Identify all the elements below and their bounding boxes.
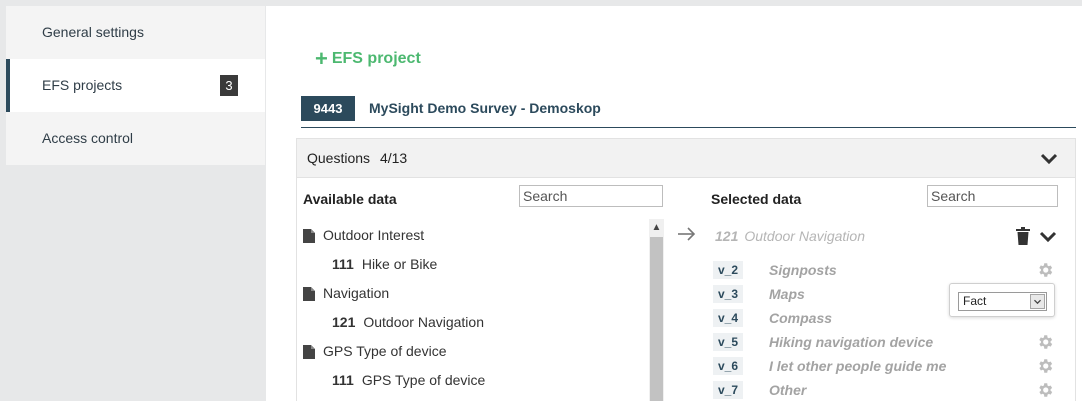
selected-data-title: Selected data <box>711 191 802 207</box>
project-name: MySight Demo Survey - Demoskop <box>369 100 601 116</box>
project-header: 9443 MySight Demo Survey - Demoskop <box>301 96 1076 128</box>
selected-search-input[interactable] <box>927 185 1058 207</box>
questions-header[interactable]: Questions 4/13 <box>297 139 1075 178</box>
variable-label: Other <box>769 382 807 398</box>
questions-panel: Questions 4/13 Available data Outdoor In… <box>296 138 1076 401</box>
document-icon <box>303 228 315 243</box>
trash-icon[interactable] <box>1015 227 1031 245</box>
variable-label: Hiking navigation device <box>769 334 934 350</box>
selected-question[interactable]: 121 Outdoor Navigation <box>715 228 865 244</box>
question-label: Hike or Bike <box>361 256 438 272</box>
variable-type-popup: Fact <box>949 283 1055 317</box>
question-number: 121 <box>332 314 356 330</box>
sidebar-item-access-control[interactable]: Access control <box>6 112 265 165</box>
main-panel: + EFS project 9443 MySight Demo Survey -… <box>266 6 1082 401</box>
variable-row: v_7 Other <box>713 378 1063 401</box>
variable-label: I let other people guide me <box>769 358 947 374</box>
document-icon <box>303 286 315 301</box>
select-value: Fact <box>963 294 987 308</box>
variable-code: v_6 <box>713 357 743 375</box>
list-item[interactable]: 111 Hike or Bike <box>303 250 643 279</box>
list-item[interactable]: Navigation <box>303 279 643 308</box>
scrollbar[interactable]: ▲ <box>649 219 664 401</box>
question-label: GPS Type of device <box>361 372 486 388</box>
variable-label: Compass <box>769 310 833 326</box>
variable-code: v_4 <box>713 309 743 327</box>
sidebar-item-efs-projects[interactable]: EFS projects 3 <box>6 59 265 112</box>
question-number: 111 <box>332 372 354 388</box>
chevron-down-icon[interactable] <box>1039 230 1057 243</box>
questions-label: Questions <box>307 150 371 166</box>
plus-icon: + <box>315 46 328 71</box>
add-efs-project-button[interactable]: + EFS project <box>315 48 421 70</box>
chevron-down-icon[interactable] <box>1039 151 1059 167</box>
project-id-badge: 9443 <box>301 96 355 121</box>
sidebar-item-label: General settings <box>42 24 144 40</box>
scroll-up-arrow-icon[interactable]: ▲ <box>649 219 664 236</box>
question-number: 121 <box>715 228 739 244</box>
sidebar-item-general-settings[interactable]: General settings <box>6 6 265 59</box>
group-label: GPS Type of device <box>323 343 447 359</box>
variable-code: v_7 <box>713 381 743 399</box>
gear-icon[interactable] <box>1036 381 1054 399</box>
question-number: 111 <box>332 256 354 272</box>
list-item[interactable]: Outdoor Interest <box>303 221 643 250</box>
group-label: Navigation <box>323 285 390 301</box>
variable-label: Signposts <box>769 262 837 278</box>
list-item[interactable]: 121 Outdoor Navigation <box>303 308 643 337</box>
group-label: Outdoor Interest <box>323 227 425 243</box>
arrow-right-icon <box>678 227 696 241</box>
scroll-thumb[interactable] <box>650 237 663 401</box>
sidebar-item-label: EFS projects <box>42 77 123 93</box>
gear-icon[interactable] <box>1036 333 1054 351</box>
variable-list: v_2 Signposts v_3 Maps v_4 Compass v_5 H… <box>713 258 1063 401</box>
variable-code: v_2 <box>713 261 743 279</box>
sidebar-item-label: Access control <box>42 130 134 146</box>
gear-icon[interactable] <box>1036 357 1054 375</box>
variable-code: v_3 <box>713 285 743 303</box>
list-item[interactable]: 111 GPS Type of device <box>303 366 643 395</box>
document-icon <box>303 344 315 359</box>
available-data-title: Available data <box>303 191 397 207</box>
variable-row: v_5 Hiking navigation device <box>713 330 1063 354</box>
variable-label: Maps <box>769 286 805 302</box>
add-project-label: EFS project <box>331 50 421 67</box>
count-badge: 3 <box>220 75 238 96</box>
available-search-input[interactable] <box>519 185 663 207</box>
sidebar: General settings EFS projects 3 Access c… <box>6 6 265 165</box>
question-label: Outdoor Navigation <box>363 314 484 330</box>
question-label: Outdoor Navigation <box>744 228 865 244</box>
chevron-down-icon[interactable] <box>1030 294 1045 309</box>
available-list: Outdoor Interest 111 Hike or Bike Navigat… <box>303 221 643 395</box>
variable-row: v_6 I let other people guide me <box>713 354 1063 378</box>
variable-code: v_5 <box>713 333 743 351</box>
variable-type-select[interactable]: Fact <box>958 292 1047 311</box>
questions-count: 4/13 <box>379 150 408 166</box>
gear-icon[interactable] <box>1036 261 1054 279</box>
variable-row: v_2 Signposts <box>713 258 1063 282</box>
list-item[interactable]: GPS Type of device <box>303 337 643 366</box>
